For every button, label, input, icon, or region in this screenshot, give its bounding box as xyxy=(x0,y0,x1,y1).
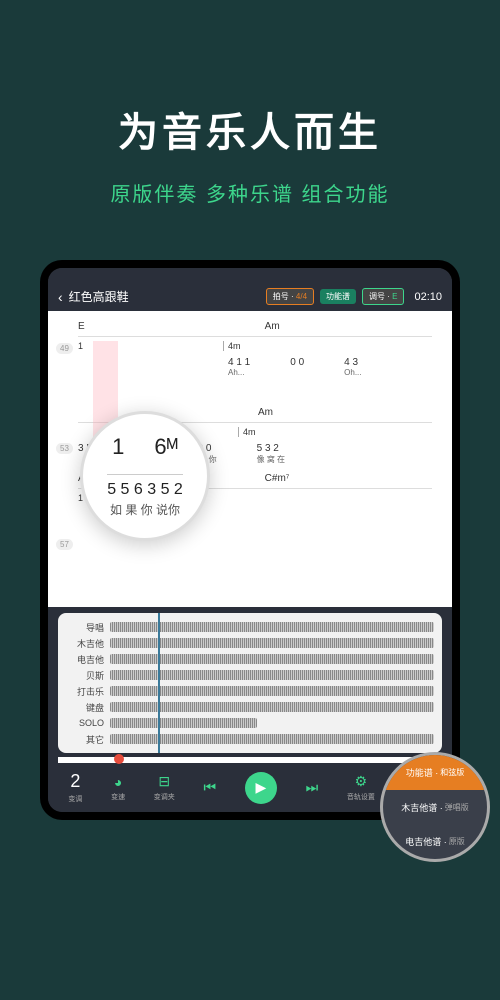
zoom-lens: 1 6ᴹ 5 5 6 3 5 2 如 果 你 说你 xyxy=(80,411,210,541)
hero-title: 为音乐人而生 xyxy=(0,100,500,158)
device-frame: ‹ 红色高跟鞋 拍号 · 4/4 功能谱 调号 · E 02:10 E Am 4… xyxy=(40,260,460,820)
prev-button[interactable]: ⏮ xyxy=(204,779,217,796)
note-row: 4 1 1Ah... 0 0 4 3Oh... xyxy=(228,357,432,377)
track-label[interactable]: 导唱 xyxy=(66,621,104,634)
track-label[interactable]: 键盘 xyxy=(66,701,104,714)
song-title: 红色高跟鞋 xyxy=(69,288,260,305)
next-button[interactable]: ⏭ xyxy=(306,779,319,796)
scrubber[interactable] xyxy=(58,757,442,763)
key-badge[interactable]: 调号 · E xyxy=(362,288,404,305)
play-button[interactable]: ▶ xyxy=(245,772,277,804)
track-label[interactable]: 打击乐 xyxy=(66,685,104,698)
chord-row: E Am xyxy=(78,321,432,332)
track-label[interactable]: 贝斯 xyxy=(66,669,104,682)
score-type-badge[interactable]: 功能谱 xyxy=(320,289,356,304)
playhead[interactable] xyxy=(158,613,160,753)
zoom-note: 1 xyxy=(112,434,124,460)
zoom-lyrics: 如 果 你 说你 xyxy=(110,501,180,518)
app-header: ‹ 红色高跟鞋 拍号 · 4/4 功能谱 调号 · E 02:10 xyxy=(48,282,452,311)
popup-option[interactable]: 木吉他谱 · 弹唱版 xyxy=(383,790,487,825)
popup-option[interactable]: 电吉他谱 · 原版 xyxy=(383,824,487,859)
sliders-icon: ⚙ xyxy=(355,773,368,790)
note-row: 1 4m xyxy=(78,341,432,351)
measure-number: 49 xyxy=(56,343,73,354)
track-label[interactable]: SOLO xyxy=(66,718,104,728)
meter-badge[interactable]: 拍号 · 4/4 xyxy=(266,288,314,305)
skip-back-icon: ⏮ xyxy=(204,779,217,796)
status-bar xyxy=(48,268,452,282)
track-label[interactable]: 电吉他 xyxy=(66,653,104,666)
play-icon: ▶ xyxy=(255,779,266,796)
transpose-button[interactable]: 2 变调 xyxy=(68,771,82,804)
track-label[interactable]: 其它 xyxy=(66,733,104,746)
time-display: 02:10 xyxy=(414,291,442,303)
mixer-button[interactable]: ⚙ 音轨设置 xyxy=(347,773,375,802)
track-mixer[interactable]: 导唱 木吉他 电吉他 贝斯 打击乐 键盘 SOLO 其它 xyxy=(58,613,442,753)
sheet-area[interactable]: E Am 49 1 4m 4 1 1Ah... 0 0 4 3Oh... Am … xyxy=(48,311,452,607)
measure-number: 53 xyxy=(56,443,73,454)
zoom-notes: 5 5 6 3 5 2 xyxy=(107,474,183,499)
zoom-note: 6ᴹ xyxy=(154,434,177,460)
capo-button[interactable]: ⊟ 变调夹 xyxy=(154,773,175,802)
skip-forward-icon: ⏭ xyxy=(306,779,319,796)
tempo-button[interactable]: ◕ 变速 xyxy=(111,774,125,802)
track-label[interactable]: 木吉他 xyxy=(66,637,104,650)
app-screen: ‹ 红色高跟鞋 拍号 · 4/4 功能谱 调号 · E 02:10 E Am 4… xyxy=(48,268,452,812)
score-popup: 功能谱 · 和弦版 木吉他谱 · 弹唱版 电吉他谱 · 原版 xyxy=(380,752,490,862)
back-icon[interactable]: ‹ xyxy=(58,289,63,305)
capo-icon: ⊟ xyxy=(158,773,170,790)
speedometer-icon: ◕ xyxy=(114,774,122,790)
hero-subtitle: 原版伴奏 多种乐谱 组合功能 xyxy=(0,178,500,207)
measure-number: 57 xyxy=(56,539,73,550)
waveform xyxy=(110,718,257,728)
